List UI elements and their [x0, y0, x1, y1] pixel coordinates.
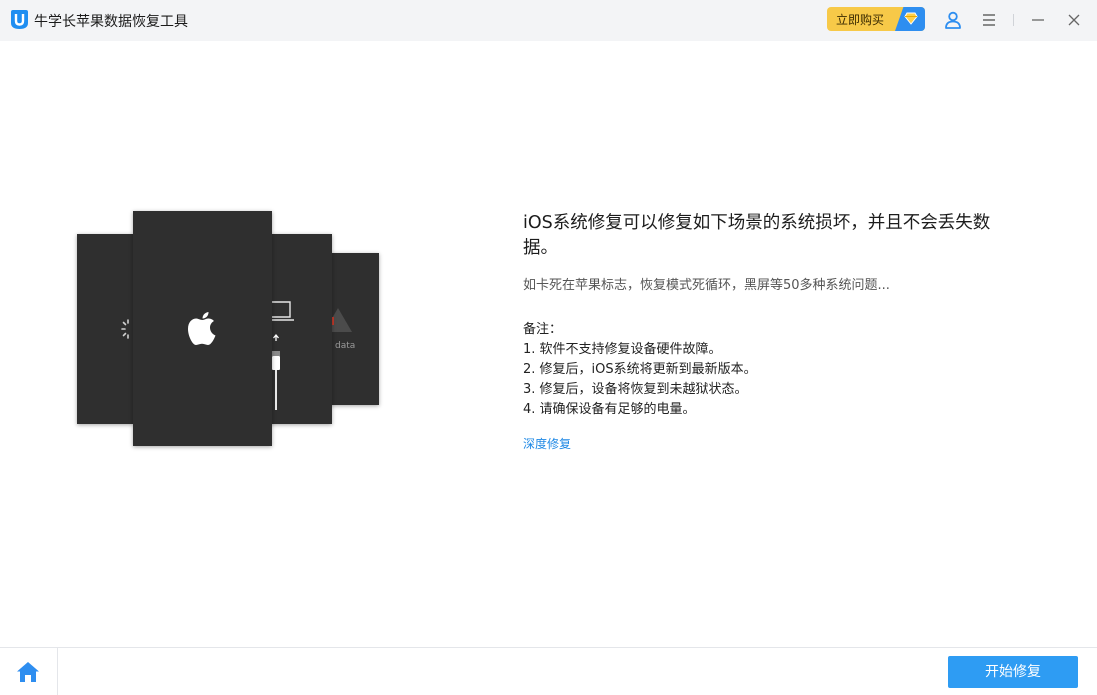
- note-item: 3. 修复后，设备将恢复到未越狱状态。: [523, 382, 748, 397]
- footer-divider: [0, 647, 1097, 648]
- error-panel-text: data: [335, 341, 356, 351]
- note-item: 2. 修复后，iOS系统将更新到最新版本。: [523, 362, 757, 377]
- loading-screen-panel: [77, 234, 134, 424]
- note-item: 4. 请确保设备有足够的电量。: [523, 402, 696, 417]
- notes-title: 备注：: [523, 322, 563, 337]
- deep-repair-link[interactable]: 深度修复: [523, 435, 571, 452]
- note-item: 1. 软件不支持修复设备硬件故障。: [523, 342, 722, 357]
- subtitle: 如卡死在苹果标志，恢复模式死循环，黑屏等50多种系统问题...: [523, 278, 890, 293]
- buy-now-button[interactable]: 立即购买: [827, 7, 925, 31]
- diamond-tag: [895, 7, 925, 31]
- app-title: 牛学长苹果数据恢复工具: [34, 14, 188, 30]
- laptop-cable-icon: [268, 301, 294, 410]
- error-screen-panel: data: [324, 253, 379, 405]
- apple-logo-screen-panel: [133, 211, 272, 446]
- buy-now-label: 立即购买: [836, 13, 885, 27]
- close-icon[interactable]: [1064, 10, 1084, 30]
- connect-screen-panel: [268, 234, 332, 424]
- minimize-icon[interactable]: [1028, 10, 1048, 30]
- home-icon[interactable]: [14, 659, 42, 685]
- user-icon[interactable]: [943, 10, 963, 30]
- apple-logo-icon: [188, 312, 216, 345]
- menu-icon[interactable]: [979, 10, 999, 30]
- title-bar: 牛学长苹果数据恢复工具 立即购买: [0, 0, 1097, 41]
- footer-vertical-divider: [57, 648, 58, 695]
- diamond-icon: [904, 12, 918, 25]
- start-repair-button[interactable]: 开始修复: [948, 656, 1078, 688]
- app-logo-icon: [11, 10, 28, 29]
- titlebar-separator: [1013, 14, 1014, 26]
- headline: iOS系统修复可以修复如下场景的系统损坏，并且不会丢失数据。: [523, 213, 991, 258]
